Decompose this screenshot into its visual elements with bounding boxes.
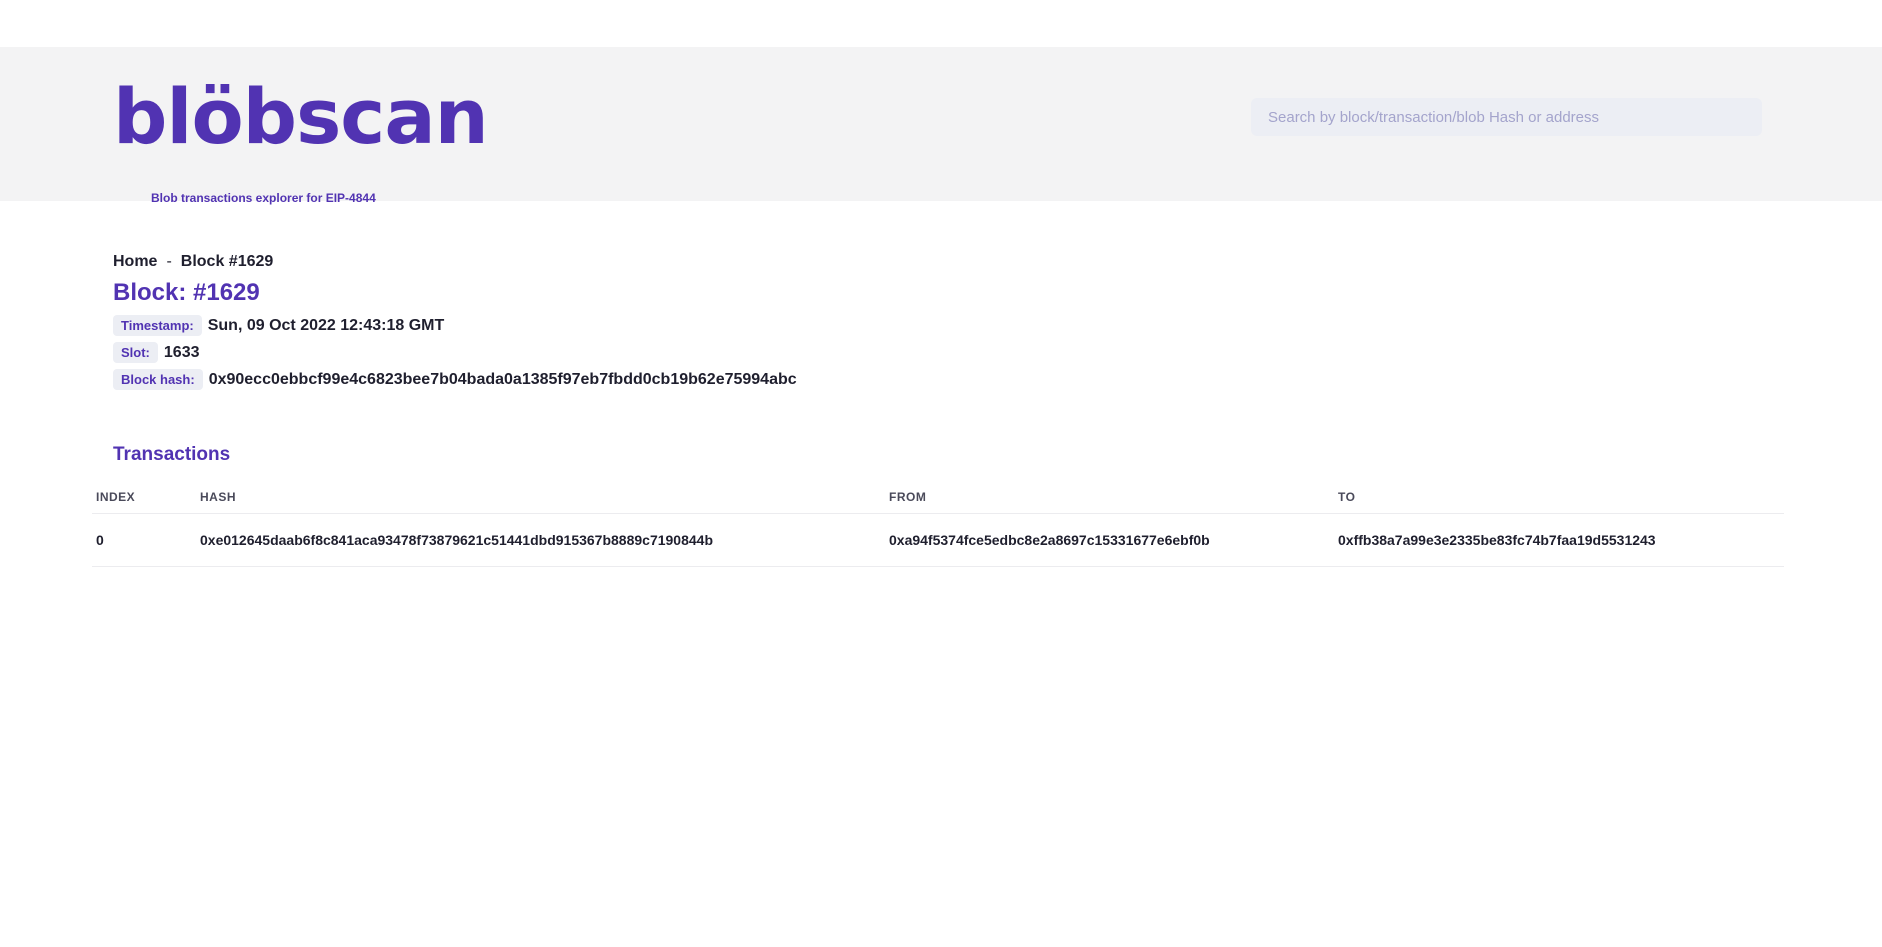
timestamp-field: Timestamp: Sun, 09 Oct 2022 12:43:18 GMT	[113, 315, 444, 336]
tx-from-address-link[interactable]: 0xa94f5374fce5edbc8e2a8697c15331677e6ebf…	[885, 513, 1334, 567]
blobscan-logo[interactable]: blöbscan Blob transactions explorer for …	[113, 77, 489, 206]
logo-tagline: Blob transactions explorer for EIP-4844	[151, 191, 376, 205]
breadcrumb-current: Block #1629	[180, 253, 274, 270]
column-header-to: TO	[1334, 480, 1784, 514]
slot-value: 1633	[163, 343, 200, 361]
breadcrumb-separator: -	[166, 253, 172, 270]
page-title: Block: #1629	[113, 279, 260, 306]
column-header-from: FROM	[885, 480, 1334, 514]
column-header-index: INDEX	[92, 480, 196, 514]
transactions-title: Transactions	[113, 444, 231, 465]
table-row[interactable]: 0 0xe012645daab6f8c841aca93478f73879621c…	[92, 513, 1784, 567]
timestamp-label: Timestamp:	[113, 315, 202, 336]
timestamp-value: Sun, 09 Oct 2022 12:43:18 GMT	[207, 316, 445, 334]
block-hash-value: 0x90ecc0ebbcf99e4c6823bee7b04bada0a1385f…	[208, 370, 797, 388]
breadcrumb-home-link[interactable]: Home	[113, 253, 157, 270]
logo-wordmark[interactable]: blöbscan	[113, 77, 489, 157]
slot-label: Slot:	[113, 342, 158, 363]
search-input[interactable]	[1251, 98, 1762, 136]
tx-index-cell: 0	[92, 513, 196, 567]
tx-hash-link[interactable]: 0xe012645daab6f8c841aca93478f73879621c51…	[196, 513, 885, 567]
top-bar	[0, 0, 1882, 47]
tx-to-address-link[interactable]: 0xffb38a7a99e3e2335be83fc74b7faa19d55312…	[1334, 513, 1784, 567]
slot-field: Slot: 1633	[113, 342, 199, 363]
transactions-table: INDEX HASH FROM TO 0 0xe012645daab6f8c84…	[92, 480, 1784, 567]
column-header-hash: HASH	[196, 480, 885, 514]
block-hash-field: Block hash: 0x90ecc0ebbcf99e4c6823bee7b0…	[113, 369, 797, 390]
table-header-row: INDEX HASH FROM TO	[92, 480, 1784, 514]
breadcrumb: Home - Block #1629	[113, 253, 273, 271]
block-hash-label: Block hash:	[113, 369, 203, 390]
